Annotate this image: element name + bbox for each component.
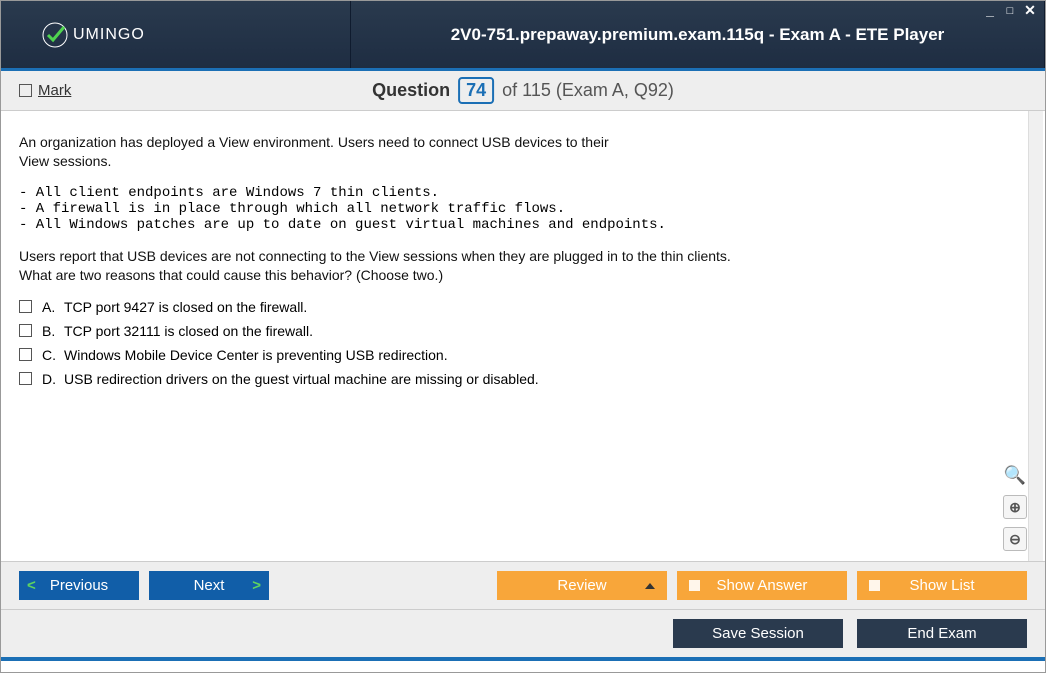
question-content: An organization has deployed a View envi…: [1, 111, 1045, 561]
answer-row: A. TCP port 9427 is closed on the firewa…: [19, 299, 1027, 315]
end-exam-button[interactable]: End Exam: [857, 619, 1027, 648]
zoom-out-icon[interactable]: ⊖: [1003, 527, 1027, 551]
bottom-border: [1, 657, 1045, 661]
previous-button[interactable]: < Previous: [19, 571, 139, 600]
answer-row: B. TCP port 32111 is closed on the firew…: [19, 323, 1027, 339]
answer-checkbox[interactable]: [19, 372, 32, 385]
show-list-button[interactable]: Show List: [857, 571, 1027, 600]
next-label: Next: [194, 577, 225, 594]
answer-checkbox[interactable]: [19, 348, 32, 361]
logo-text: UMINGO: [73, 26, 145, 44]
logo-icon: [41, 21, 69, 49]
answer-row: C. Windows Mobile Device Center is preve…: [19, 347, 1027, 363]
answer-checkbox[interactable]: [19, 324, 32, 337]
chevron-up-icon: [645, 583, 655, 589]
mark-label[interactable]: Mark: [38, 82, 71, 99]
bottom-bar: Save Session End Exam: [1, 609, 1045, 657]
nav-bar: < Previous Next > Review Show Answer Sho…: [1, 561, 1045, 609]
answer-text: USB redirection drivers on the guest vir…: [64, 371, 539, 387]
mark-checkbox[interactable]: [19, 84, 32, 97]
search-icon[interactable]: 🔍: [1003, 463, 1027, 487]
answer-letter: B.: [42, 323, 64, 339]
answer-text: Windows Mobile Device Center is preventi…: [64, 347, 448, 363]
save-session-label: Save Session: [712, 625, 804, 642]
review-button[interactable]: Review: [497, 571, 667, 600]
question-intro: An organization has deployed a View envi…: [19, 133, 1027, 171]
square-icon: [869, 580, 880, 591]
save-session-button[interactable]: Save Session: [673, 619, 843, 648]
window-title: 2V0-751.prepaway.premium.exam.115q - Exa…: [351, 1, 1045, 68]
close-icon[interactable]: ✕: [1023, 5, 1037, 19]
answer-row: D. USB redirection drivers on the guest …: [19, 371, 1027, 387]
previous-label: Previous: [50, 577, 108, 594]
question-of: of 115 (Exam A, Q92): [502, 80, 674, 100]
question-header: Mark Question 74 of 115 (Exam A, Q92): [1, 71, 1045, 111]
show-list-label: Show List: [909, 577, 974, 594]
question-word: Question: [372, 80, 450, 100]
zoom-tools: 🔍 ⊕ ⊖: [1003, 463, 1027, 551]
question-outro: Users report that USB devices are not co…: [19, 247, 1027, 285]
answer-letter: A.: [42, 299, 64, 315]
minimize-icon[interactable]: _: [983, 5, 997, 19]
zoom-in-icon[interactable]: ⊕: [1003, 495, 1027, 519]
answer-text: TCP port 9427 is closed on the firewall.: [64, 299, 307, 315]
question-number: 74: [458, 77, 494, 104]
title-bar: UMINGO 2V0-751.prepaway.premium.exam.115…: [1, 1, 1045, 71]
scrollbar[interactable]: [1028, 111, 1043, 561]
window-controls: _ □ ✕: [983, 5, 1037, 19]
next-button[interactable]: Next >: [149, 571, 269, 600]
question-counter: Question 74 of 115 (Exam A, Q92): [372, 77, 674, 104]
question-mono-block: - All client endpoints are Windows 7 thi…: [19, 185, 1027, 233]
chevron-left-icon: <: [27, 577, 36, 594]
chevron-right-icon: >: [252, 577, 261, 594]
review-label: Review: [557, 577, 606, 594]
show-answer-label: Show Answer: [717, 577, 808, 594]
answer-letter: D.: [42, 371, 64, 387]
maximize-icon[interactable]: □: [1003, 5, 1017, 19]
answer-text: TCP port 32111 is closed on the firewall…: [64, 323, 313, 339]
answer-letter: C.: [42, 347, 64, 363]
answers-list: A. TCP port 9427 is closed on the firewa…: [19, 299, 1027, 387]
end-exam-label: End Exam: [907, 625, 976, 642]
answer-checkbox[interactable]: [19, 300, 32, 313]
logo-area: UMINGO: [1, 1, 351, 68]
show-answer-button[interactable]: Show Answer: [677, 571, 847, 600]
square-icon: [689, 580, 700, 591]
